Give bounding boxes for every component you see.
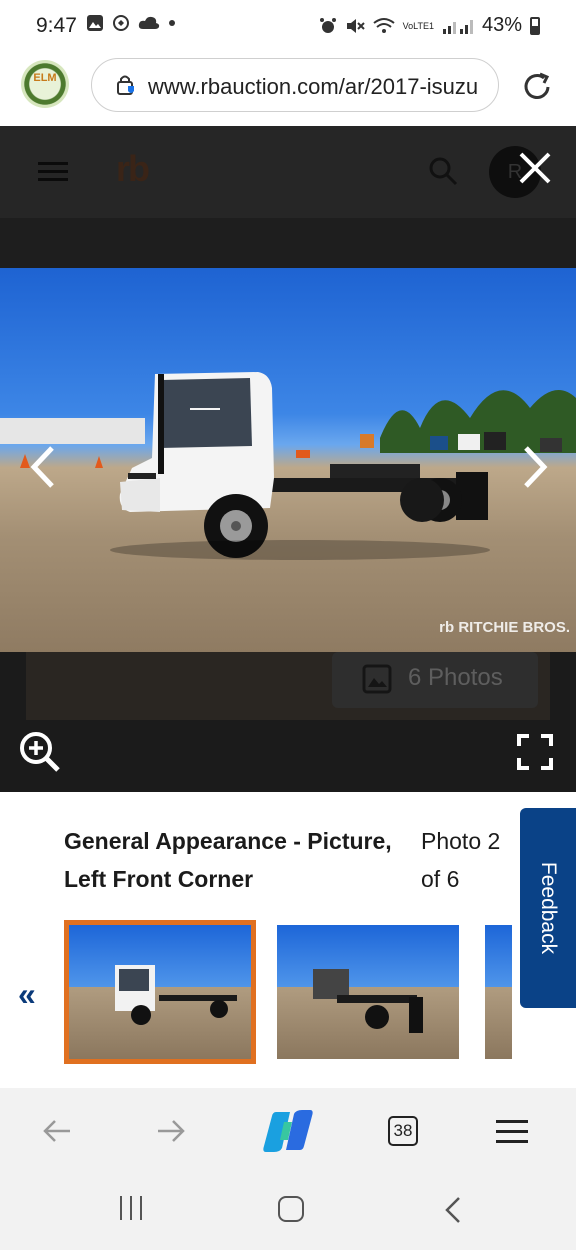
dot-icon <box>169 20 175 26</box>
photos-count-button[interactable]: 6 Photos <box>332 652 538 708</box>
url-bar[interactable]: www.rbauction.com/ar/2017-isuzu <box>91 58 499 112</box>
battery-icon <box>530 16 540 35</box>
thumbnail[interactable] <box>485 925 512 1059</box>
extension-logo[interactable]: ELM <box>21 60 69 108</box>
feedback-label: Feedback <box>537 861 560 955</box>
system-nav-bar <box>0 1174 576 1250</box>
browser-toolbar: 38 <box>0 1088 576 1174</box>
status-system-icons: VoLTE1 43% <box>319 14 540 37</box>
status-notification-icons <box>86 14 176 32</box>
system-back-icon[interactable] <box>444 1196 462 1224</box>
app-notification-icon <box>113 15 129 31</box>
truck-photo-illustration <box>0 372 576 560</box>
network-label: VoLTE1 <box>402 20 434 31</box>
fullscreen-icon[interactable] <box>517 734 553 770</box>
thumbnail[interactable] <box>277 925 459 1059</box>
url-text[interactable]: www.rbauction.com/ar/2017-isuzu <box>148 74 478 100</box>
hamburger-menu-icon[interactable] <box>38 162 68 182</box>
photo-counter: Photo 2 of 6 <box>421 828 501 892</box>
photo-watermark: rb RITCHIE BROS. <box>439 619 570 636</box>
zoom-in-icon[interactable] <box>18 730 62 774</box>
photo-caption-area: General Appearance - Picture, Left Front… <box>0 792 576 1088</box>
extension-logo-text: ELM <box>33 72 57 84</box>
forward-arrow-icon[interactable] <box>156 1118 186 1144</box>
rb-logo[interactable]: rb <box>116 148 150 190</box>
gallery-notification-icon <box>87 15 103 31</box>
copilot-icon[interactable] <box>262 1108 314 1154</box>
site-security-icon[interactable] <box>114 73 138 97</box>
wifi-icon <box>372 17 395 33</box>
main-photo[interactable]: rb RITCHIE BROS. <box>0 268 576 652</box>
thumbnail-image <box>115 965 237 1025</box>
alarm-icon <box>319 17 336 33</box>
signal-icon <box>442 19 473 34</box>
browser-menu-icon[interactable] <box>496 1120 528 1144</box>
chevron-left-icon[interactable] <box>22 442 62 492</box>
page: 9:47 VoLTE1 43% ELM www.rbauction.com/ar… <box>0 0 576 1250</box>
battery-percent: 43% <box>481 14 522 36</box>
browser-address-row: ELM www.rbauction.com/ar/2017-isuzu <box>0 56 576 126</box>
feedback-button[interactable]: Feedback <box>520 808 576 1008</box>
tab-count-button[interactable]: 38 <box>388 1116 418 1146</box>
reload-icon[interactable] <box>518 68 556 106</box>
photo-caption-title: General Appearance - Picture, Left Front… <box>64 828 392 892</box>
photo-controls: 6 Photos <box>0 652 576 792</box>
back-arrow-icon[interactable] <box>42 1118 72 1144</box>
overlay-top-strip <box>0 218 576 268</box>
thumbnail-image <box>313 969 423 1033</box>
photos-count-label: 6 Photos <box>408 664 503 691</box>
site-header: rb R <box>0 126 576 218</box>
status-time: 9:47 <box>36 14 77 37</box>
thumbs-prev-icon[interactable]: « <box>18 976 36 1013</box>
recents-icon[interactable] <box>118 1196 144 1222</box>
status-bar: 9:47 VoLTE1 43% <box>0 0 576 56</box>
search-icon[interactable] <box>428 156 458 186</box>
cloud-icon <box>138 16 160 29</box>
chevron-right-icon[interactable] <box>516 442 556 492</box>
home-icon[interactable] <box>278 1196 304 1222</box>
mute-icon <box>346 18 365 33</box>
close-icon[interactable] <box>515 148 555 188</box>
image-icon <box>362 664 392 694</box>
thumbnail-selected[interactable] <box>64 920 256 1064</box>
